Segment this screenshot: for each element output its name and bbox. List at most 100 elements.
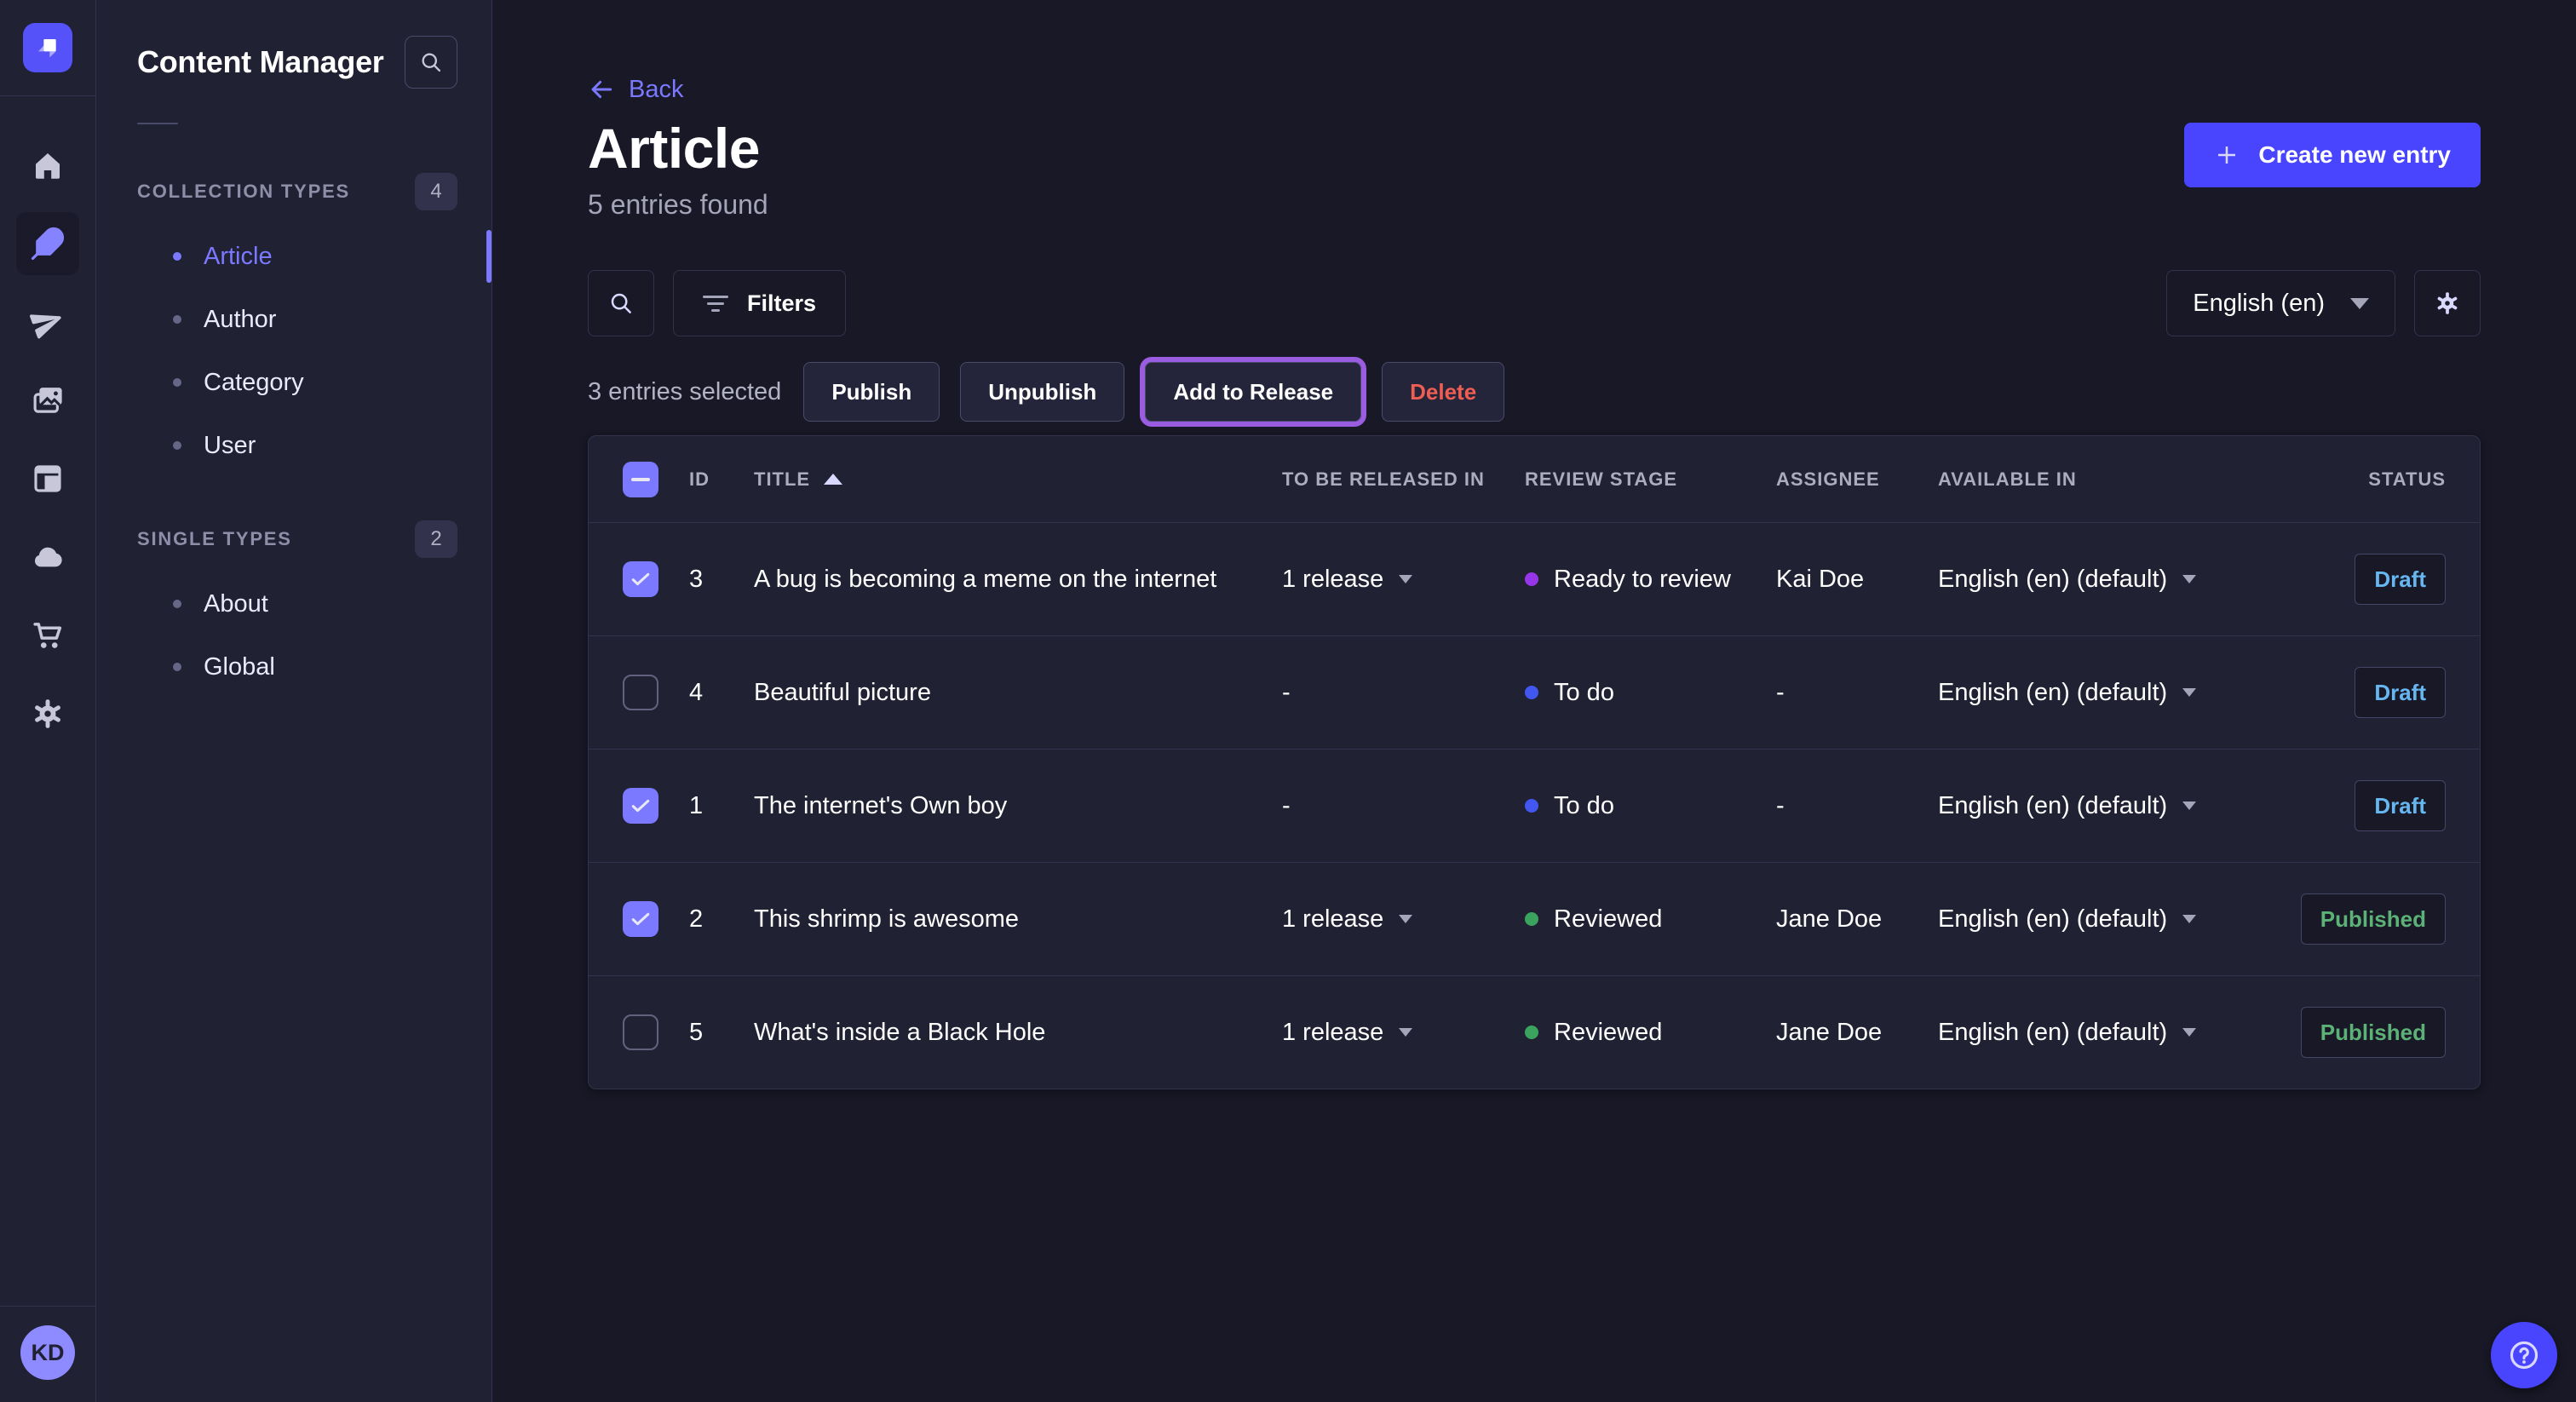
cell-title: A bug is becoming a meme on the internet (754, 566, 1282, 594)
table-row[interactable]: 5 What's inside a Black Hole 1 release R… (589, 975, 2480, 1089)
delete-button[interactable]: Delete (1382, 362, 1504, 422)
cell-release[interactable]: 1 release (1282, 905, 1525, 934)
entries-count: 5 entries found (588, 189, 768, 221)
cell-title: What's inside a Black Hole (754, 1019, 1282, 1047)
status-badge: Published (2301, 1007, 2446, 1058)
home-icon[interactable] (16, 134, 79, 197)
app-root: KD Content Manager COLLECTION TYPES 4 Ar… (0, 0, 2576, 1402)
column-header-title[interactable]: TITLE (754, 468, 1282, 491)
sidebar-item-user[interactable]: User (96, 414, 492, 477)
nav-rail: KD (0, 0, 96, 1402)
cell-release[interactable]: 1 release (1282, 1019, 1525, 1047)
bullet-icon (173, 315, 181, 324)
media-library-icon[interactable] (16, 369, 79, 432)
sidebar-item-article[interactable]: Article (96, 225, 492, 288)
release-chevron-icon (1399, 575, 1412, 583)
sidebar-item-global[interactable]: Global (96, 635, 492, 698)
search-button[interactable] (588, 270, 654, 336)
filters-label: Filters (747, 290, 816, 317)
sidebar-item-label: Global (204, 653, 275, 681)
table-row[interactable]: 1 The internet's Own boy - To do - Engli… (589, 749, 2480, 862)
arrow-left-icon (588, 76, 615, 103)
stage-label: To do (1554, 679, 1614, 707)
filters-button[interactable]: Filters (673, 270, 846, 336)
stage-label: To do (1554, 792, 1614, 820)
cell-release[interactable]: 1 release (1282, 566, 1525, 594)
stage-dot (1525, 686, 1538, 699)
row-checkbox[interactable] (623, 901, 658, 937)
cell-release[interactable]: - (1282, 679, 1525, 707)
column-header-assignee[interactable]: ASSIGNEE (1776, 468, 1938, 491)
status-badge: Draft (2355, 554, 2446, 605)
cell-locale[interactable]: English (en) (default) (1938, 905, 2296, 934)
sidebar-item-label: Article (204, 243, 273, 271)
locale-select[interactable]: English (en) (2166, 270, 2395, 336)
table-row[interactable]: 4 Beautiful picture - To do - English (e… (589, 635, 2480, 749)
back-link[interactable]: Back (588, 75, 683, 104)
release-label: 1 release (1282, 905, 1383, 934)
table-header-row: ID TITLE TO BE RELEASED IN REVIEW STAGE … (589, 436, 2480, 522)
locale-value: English (en) (2193, 290, 2325, 318)
cell-review-stage: Ready to review (1525, 566, 1776, 594)
content-manager-icon[interactable] (16, 212, 79, 275)
table-row[interactable]: 3 A bug is becoming a meme on the intern… (589, 522, 2480, 635)
add-to-release-button[interactable]: Add to Release (1145, 362, 1361, 422)
sidebar-item-about[interactable]: About (96, 572, 492, 635)
publish-button[interactable]: Publish (803, 362, 940, 422)
row-checkbox[interactable] (623, 788, 658, 824)
cell-locale[interactable]: English (en) (default) (1938, 679, 2296, 707)
cell-title: The internet's Own boy (754, 792, 1282, 820)
main-content: Back Article 5 entries found Create new … (492, 0, 2576, 1402)
sidebar-item-author[interactable]: Author (96, 288, 492, 351)
column-header-status[interactable]: STATUS (2296, 468, 2446, 491)
bullet-icon (173, 252, 181, 261)
locale-label: English (en) (default) (1938, 792, 2167, 820)
locale-chevron-icon (2182, 915, 2196, 923)
section-items: Article Author Category User (96, 225, 492, 477)
cell-locale[interactable]: English (en) (default) (1938, 1019, 2296, 1047)
cell-release[interactable]: - (1282, 792, 1525, 820)
release-chevron-icon (1399, 1028, 1412, 1037)
cell-locale[interactable]: English (en) (default) (1938, 792, 2296, 820)
sidebar-search-button[interactable] (405, 36, 457, 89)
column-header-id[interactable]: ID (677, 468, 754, 491)
select-all-checkbox[interactable] (623, 462, 658, 497)
sidebar-item-category[interactable]: Category (96, 351, 492, 414)
column-header-review-stage[interactable]: REVIEW STAGE (1525, 468, 1776, 491)
table-body: 3 A bug is becoming a meme on the intern… (589, 522, 2480, 1089)
entries-table: ID TITLE TO BE RELEASED IN REVIEW STAGE … (588, 435, 2481, 1089)
release-label: 1 release (1282, 1019, 1383, 1047)
locale-chevron-icon (2182, 575, 2196, 583)
column-header-available-in[interactable]: AVAILABLE IN (1938, 468, 2296, 491)
cell-locale[interactable]: English (en) (default) (1938, 566, 2296, 594)
locale-label: English (en) (default) (1938, 566, 2167, 594)
sidebar-divider (137, 123, 178, 124)
cell-assignee: Jane Doe (1776, 905, 1938, 934)
locale-chevron-icon (2182, 1028, 2196, 1037)
stage-label: Ready to review (1554, 566, 1731, 594)
marketplace-cart-icon[interactable] (16, 604, 79, 667)
content-type-builder-icon[interactable] (16, 447, 79, 510)
sidebar-title: Content Manager (137, 44, 384, 80)
strapi-logo-icon (23, 23, 72, 72)
user-avatar[interactable]: KD (20, 1325, 75, 1380)
release-chevron-icon (1399, 915, 1412, 923)
table-row[interactable]: 2 This shrimp is awesome 1 release Revie… (589, 862, 2480, 975)
release-label: - (1282, 792, 1291, 820)
locale-label: English (en) (default) (1938, 1019, 2167, 1047)
release-label: 1 release (1282, 566, 1383, 594)
help-button[interactable] (2491, 1322, 2557, 1388)
bullet-icon (173, 663, 181, 671)
row-checkbox[interactable] (623, 1014, 658, 1050)
settings-gear-icon[interactable] (16, 682, 79, 745)
create-new-entry-button[interactable]: Create new entry (2184, 123, 2481, 187)
row-checkbox[interactable] (623, 561, 658, 597)
cloud-icon[interactable] (16, 526, 79, 589)
column-header-release[interactable]: TO BE RELEASED IN (1282, 468, 1525, 491)
unpublish-button[interactable]: Unpublish (960, 362, 1124, 422)
row-checkbox[interactable] (623, 675, 658, 710)
releases-icon[interactable] (16, 290, 79, 353)
bullet-icon (173, 441, 181, 450)
cell-title: Beautiful picture (754, 679, 1282, 707)
view-settings-button[interactable] (2414, 270, 2481, 336)
